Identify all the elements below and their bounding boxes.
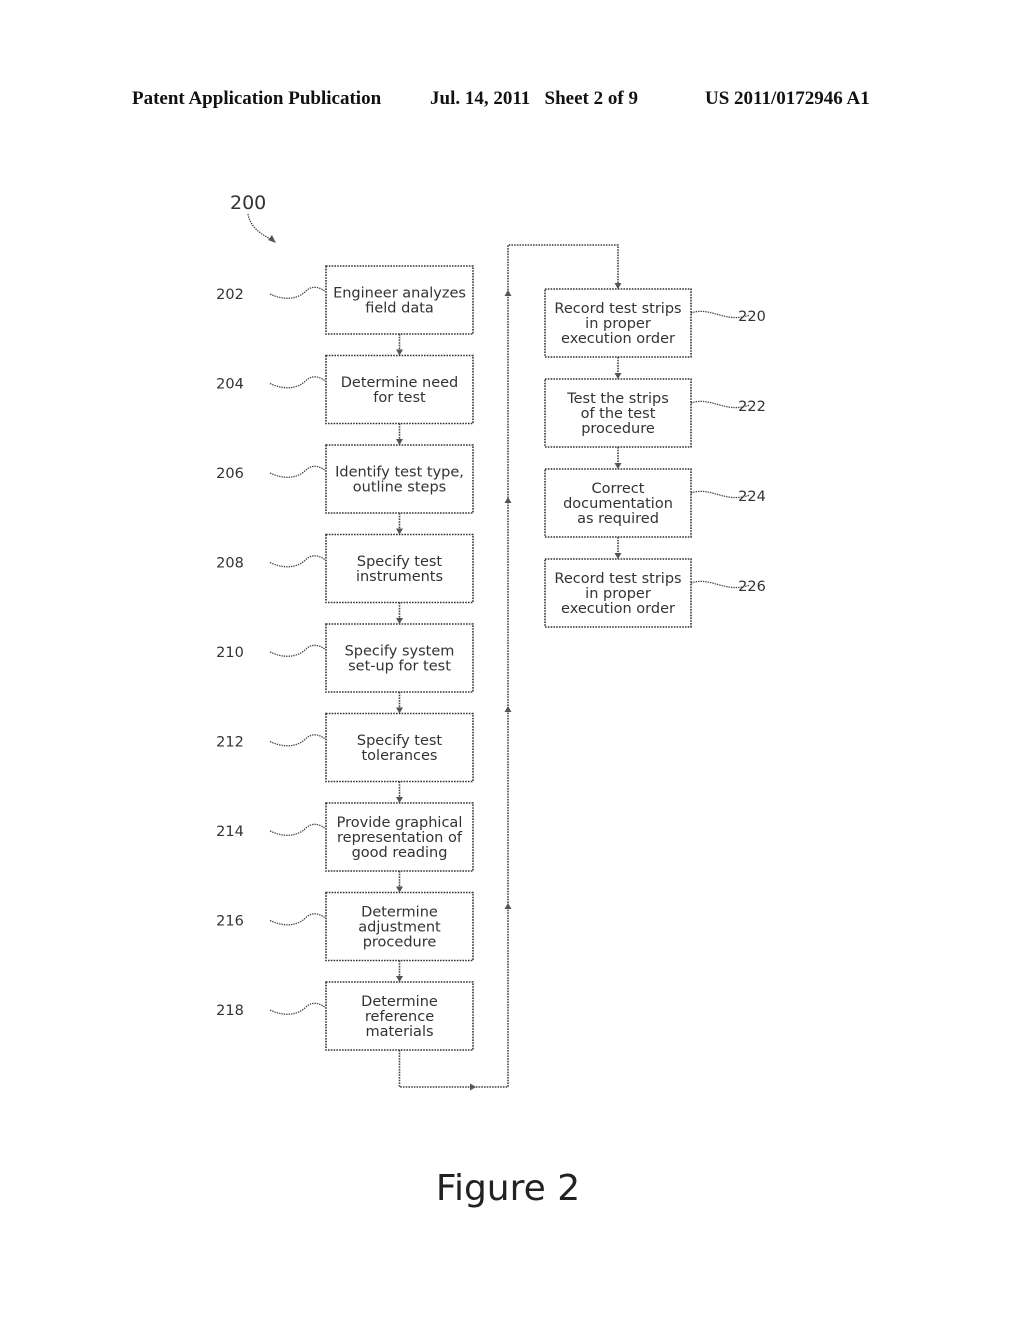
step-text-line: Specify test xyxy=(357,733,443,749)
arrow-up-icon xyxy=(504,903,512,909)
arrow-right-icon xyxy=(470,1083,476,1091)
figure-ref-arrow-icon xyxy=(268,235,276,243)
arrow-down-icon xyxy=(614,373,622,379)
step-ref-label: 218 xyxy=(216,1003,244,1019)
arrow-down-icon xyxy=(396,439,403,445)
step-text-line: Engineer analyzes xyxy=(333,286,466,302)
step-text-line: Provide graphical xyxy=(337,815,463,831)
step-ref-label: 214 xyxy=(216,824,244,840)
step-text-line: field data xyxy=(365,301,434,317)
step-text-line: representation of xyxy=(337,830,463,846)
step-ref-label: 220 xyxy=(738,309,766,325)
step-text-line: in proper xyxy=(585,316,651,332)
step-text-line: Specify test xyxy=(357,554,443,570)
flowchart: 200 Engineer analyzesfield data 202 Determ… xyxy=(216,192,766,1091)
step-leader-line xyxy=(269,555,327,568)
step-220: Record test stripsin properexecution ord… xyxy=(544,288,766,358)
step-text-line: execution order xyxy=(561,601,675,617)
arrow-up-icon xyxy=(504,497,512,503)
step-ref-label: 206 xyxy=(216,466,244,482)
step-text-line: execution order xyxy=(561,331,675,347)
step-ref-label: 216 xyxy=(216,914,244,930)
step-202: Engineer analyzesfield data 202 xyxy=(216,265,474,335)
step-text-line: procedure xyxy=(363,935,437,951)
step-text-line: Record test strips xyxy=(554,571,681,587)
step-leader-line xyxy=(269,644,327,657)
step-222: Test the stripsof the testprocedure 222 xyxy=(544,378,766,448)
step-leader-line xyxy=(269,913,327,926)
step-text-line: Correct xyxy=(592,481,645,497)
arrow-down-icon xyxy=(396,886,403,893)
step-ref-label: 208 xyxy=(216,556,244,572)
step-text-line: Determine xyxy=(361,994,438,1010)
step-boxes: Engineer analyzesfield data 202 Determine … xyxy=(216,265,766,1051)
arrow-down-icon xyxy=(396,976,403,982)
step-leader-line xyxy=(269,734,327,747)
step-text-line: set-up for test xyxy=(348,659,451,675)
step-text-line: for test xyxy=(373,390,426,406)
step-leader-line xyxy=(269,286,327,299)
step-text-line: procedure xyxy=(581,421,655,437)
arrow-down-icon xyxy=(396,797,403,803)
step-text-line: outline steps xyxy=(353,480,446,496)
step-210: Specify systemset-up for test 210 xyxy=(216,623,474,693)
figure-ref-leader xyxy=(247,213,275,242)
arrow-down-icon xyxy=(614,463,622,469)
step-206: Identify test type,outline steps 206 xyxy=(216,444,474,514)
step-ref-label: 204 xyxy=(216,377,244,393)
step-text-line: materials xyxy=(365,1024,433,1040)
step-text-line: adjustment xyxy=(358,920,441,936)
arrow-down-icon xyxy=(614,283,622,289)
step-212: Specify testtolerances 212 xyxy=(216,712,474,783)
figure-ref-label: 200 xyxy=(230,192,266,214)
step-208: Specify testinstruments 208 xyxy=(216,533,474,604)
step-text-line: Determine need xyxy=(341,375,459,391)
step-ref-label: 222 xyxy=(738,399,766,415)
step-leader-line xyxy=(269,465,327,478)
step-leader-line xyxy=(269,1002,327,1015)
step-text-line: instruments xyxy=(356,569,443,585)
step-218: Determinereferencematerials 218 xyxy=(216,981,474,1051)
arrow-down-icon xyxy=(396,618,403,624)
step-text-line: Record test strips xyxy=(554,301,681,317)
step-226: Record test stripsin properexecution ord… xyxy=(544,558,766,628)
step-text-line: of the test xyxy=(581,406,656,422)
arrow-up-icon xyxy=(504,706,512,712)
step-216: Determineadjustmentprocedure 216 xyxy=(216,891,474,962)
step-text-line: good reading xyxy=(352,845,448,861)
step-214: Provide graphicalrepresentation ofgood r… xyxy=(216,802,474,872)
step-text-line: as required xyxy=(577,511,659,527)
step-text-line: reference xyxy=(365,1009,434,1025)
step-text-line: Test the strips xyxy=(566,391,669,407)
step-leader-line xyxy=(269,823,327,836)
step-ref-label: 212 xyxy=(216,735,244,751)
step-text-line: documentation xyxy=(563,496,673,512)
arrow-down-icon xyxy=(614,553,622,559)
step-ref-label: 202 xyxy=(216,287,244,303)
step-ref-label: 226 xyxy=(738,579,766,595)
arrow-down-icon xyxy=(396,349,403,356)
arrow-down-icon xyxy=(396,707,403,714)
figure-caption: Figure 2 xyxy=(435,1168,581,1209)
step-text-line: Specify system xyxy=(345,644,455,660)
step-text-line: Determine xyxy=(361,905,438,921)
step-224: Correctdocumentationas required 224 xyxy=(544,468,766,538)
step-text-line: tolerances xyxy=(362,748,438,764)
step-text-line: in proper xyxy=(585,586,651,602)
step-ref-label: 224 xyxy=(738,489,766,505)
arrow-up-icon xyxy=(504,290,512,296)
step-text-line: Identify test type, xyxy=(335,465,464,481)
step-leader-line xyxy=(269,376,327,389)
step-204: Determine needfor test 204 xyxy=(216,354,474,425)
step-ref-label: 210 xyxy=(216,645,244,661)
arrow-down-icon xyxy=(396,528,403,535)
